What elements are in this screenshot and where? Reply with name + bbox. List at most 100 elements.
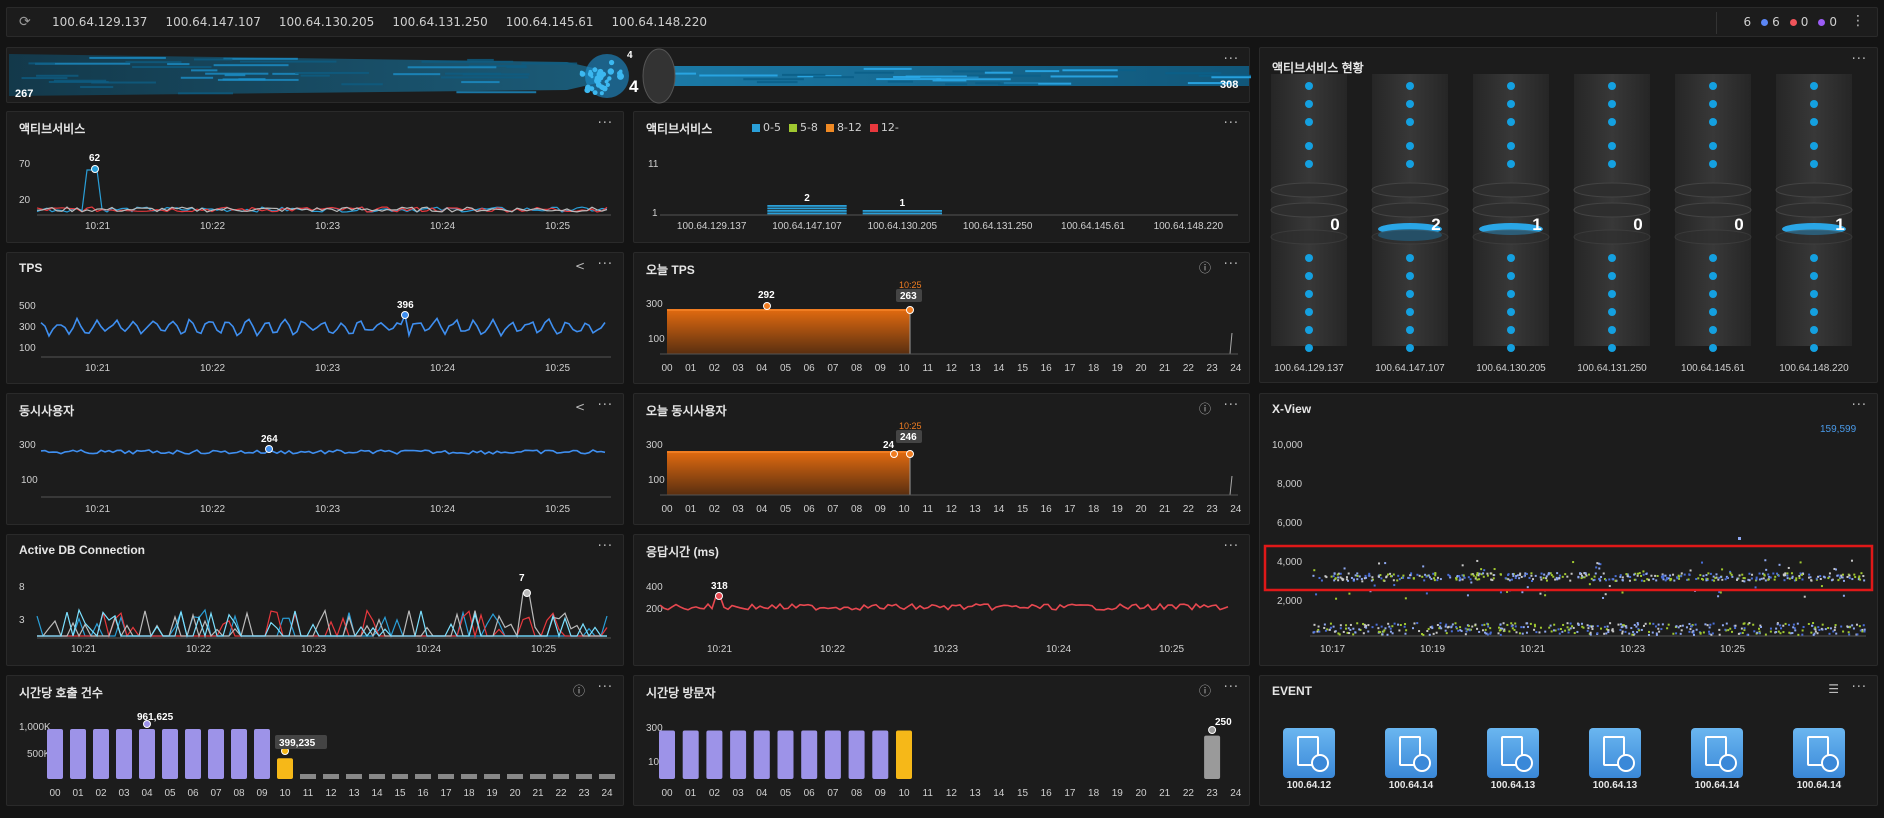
data-point <box>1389 572 1392 575</box>
x-tick: 16 <box>1041 363 1053 374</box>
data-point <box>1469 578 1472 581</box>
x-tick: 13 <box>970 363 982 374</box>
x-tick: 05 <box>780 363 792 374</box>
data-point <box>1515 574 1518 577</box>
data-point <box>1458 579 1461 582</box>
server-ip[interactable]: 100.64.148.220 <box>612 15 707 29</box>
event-panel: EVENT ☰ ··· 100.64.12 100.64.14 100.64.13 1… <box>1259 675 1878 806</box>
data-point <box>1439 625 1442 628</box>
refresh-icon[interactable]: ⟳ <box>19 14 31 30</box>
data-point <box>1336 573 1339 576</box>
data-point <box>1624 630 1627 633</box>
server-ip[interactable]: 100.64.147.107 <box>165 15 260 29</box>
data-point <box>1557 628 1560 631</box>
x-tick: 02 <box>709 363 721 374</box>
more-vertical-icon[interactable]: ⋮ <box>1851 13 1865 29</box>
data-point <box>1312 574 1315 577</box>
data-point <box>1648 622 1651 625</box>
event-item[interactable]: 100.64.13 <box>1588 728 1642 791</box>
data-point <box>1821 623 1824 626</box>
data-point <box>1774 575 1777 578</box>
data-point <box>1360 578 1363 581</box>
data-point <box>1861 630 1864 633</box>
data-point <box>1558 577 1561 580</box>
server-ip[interactable]: 100.64.130.205 <box>279 15 374 29</box>
x-tick: 14 <box>993 788 1005 799</box>
data-point <box>1662 574 1665 577</box>
more-icon[interactable]: ··· <box>1224 52 1239 67</box>
active-service-bar-panel: 액티브서비스 0-5 5-8 8-12 12- ··· 11 1 21 100.… <box>633 111 1250 243</box>
series-line <box>37 592 607 638</box>
x-tick: 07 <box>210 788 222 799</box>
x-tick: 10:25 <box>545 221 570 232</box>
event-item[interactable]: 100.64.12 <box>1282 728 1336 791</box>
data-point <box>1842 579 1845 582</box>
data-point <box>1690 625 1693 628</box>
data-point <box>1688 630 1691 633</box>
data-point <box>1621 632 1624 635</box>
x-tick: 05 <box>780 788 792 799</box>
cylinder-value: 2 <box>1431 215 1440 234</box>
data-point <box>1377 575 1380 578</box>
y-tick: 100 <box>648 334 665 345</box>
data-point <box>1337 576 1340 579</box>
data-point <box>1356 578 1359 581</box>
y-tick: 400 <box>646 582 663 593</box>
data-point <box>1829 627 1832 630</box>
peak-label: 292 <box>758 290 775 301</box>
data-point <box>1476 572 1479 575</box>
flow-dot <box>1406 290 1414 298</box>
data-point <box>1347 572 1350 575</box>
data-point <box>1454 622 1457 625</box>
data-point <box>1657 627 1660 630</box>
data-point <box>1511 573 1514 576</box>
data-point <box>1729 572 1732 575</box>
event-item[interactable]: 100.64.14 <box>1384 728 1438 791</box>
event-item[interactable]: 100.64.13 <box>1486 728 1540 791</box>
data-point <box>1814 630 1817 633</box>
data-point <box>1752 623 1755 626</box>
data-point <box>1783 579 1786 582</box>
data-point <box>1572 561 1575 564</box>
server-ip[interactable]: 100.64.131.250 <box>392 15 487 29</box>
data-point <box>1499 633 1502 636</box>
data-point <box>1582 626 1585 629</box>
bar <box>70 728 86 779</box>
server-ip[interactable]: 100.64.145.61 <box>506 15 594 29</box>
data-point <box>1821 628 1824 631</box>
flow-dot <box>1608 290 1616 298</box>
data-point <box>1706 624 1709 627</box>
highlight-box[interactable] <box>1263 544 1874 592</box>
event-item[interactable]: 100.64.14 <box>1690 728 1744 791</box>
data-point <box>1391 625 1394 628</box>
data-point <box>1608 578 1611 581</box>
data-point <box>1534 574 1537 577</box>
x-tick: 10:22 <box>200 363 225 374</box>
data-point <box>1837 579 1840 582</box>
data-point <box>1731 575 1734 578</box>
data-point <box>1840 574 1843 577</box>
data-point <box>1362 632 1365 635</box>
data-point <box>1758 578 1761 581</box>
data-point <box>1814 626 1817 629</box>
server-ip[interactable]: 100.64.129.137 <box>52 15 147 29</box>
data-point <box>1607 629 1610 632</box>
data-point <box>1422 565 1425 568</box>
data-point <box>1656 574 1659 577</box>
event-item[interactable]: 100.64.14 <box>1792 728 1846 791</box>
x-tick: 10:21 <box>1520 644 1545 655</box>
data-point <box>1465 630 1468 633</box>
data-point <box>1428 633 1431 636</box>
x-tick: 08 <box>851 788 863 799</box>
data-point <box>1485 632 1488 635</box>
data-point <box>1743 580 1746 583</box>
flow-dot <box>1507 326 1515 334</box>
more-icon[interactable]: ··· <box>1852 680 1867 695</box>
list-icon[interactable]: ☰ <box>1828 682 1839 696</box>
today-users-chart: 300 100 24 10:25 246 00 01 02 03 04 05 06 07 08 0… <box>646 421 1242 515</box>
data-point <box>1416 622 1419 625</box>
data-point <box>1600 575 1603 578</box>
data-point <box>1323 626 1326 629</box>
data-point <box>1795 577 1798 580</box>
data-point <box>1529 622 1532 625</box>
